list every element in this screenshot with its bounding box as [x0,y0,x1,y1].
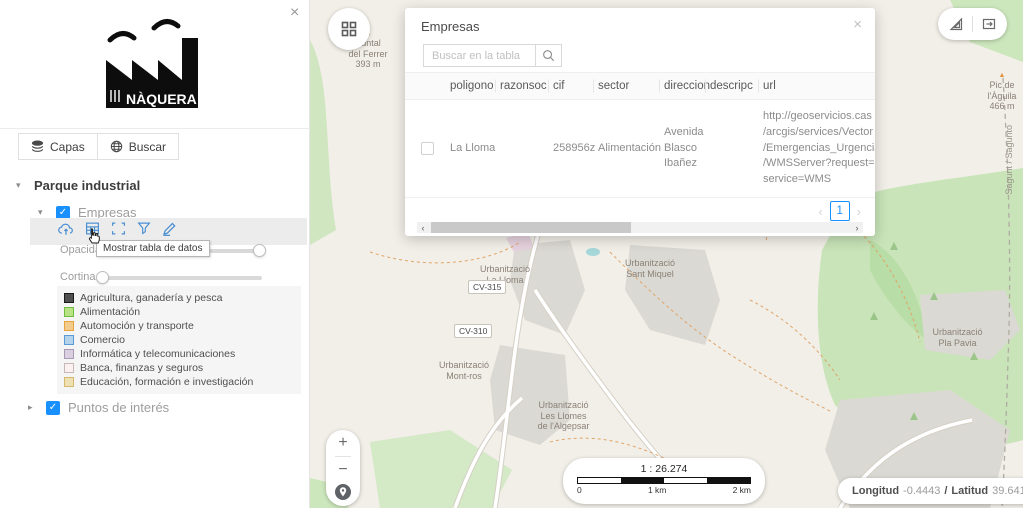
pagination: ‹ 1 › [818,201,861,221]
expand-extent-icon[interactable] [111,221,126,236]
legend-swatch [64,377,74,387]
geolocate-button[interactable] [334,483,352,501]
separator: / [944,485,947,497]
column-header[interactable]: razonsoc [500,80,553,92]
curtain-slider[interactable] [102,276,262,280]
basemap-switcher-button[interactable] [328,8,370,50]
longitude-value: -0.4443 [903,485,940,497]
horizontal-scrollbar[interactable]: ‹ › [417,222,863,233]
column-header[interactable]: sector [598,80,664,92]
svg-text:NÀQUERA: NÀQUERA [126,91,197,107]
group-label: Parque industrial [34,178,140,193]
caret-down-icon[interactable]: ▾ [38,207,48,218]
mouse-cursor [86,228,100,245]
edit-pencil-icon[interactable] [162,221,177,236]
tree-layer-puntos-interes[interactable]: ▸ ✓ Puntos de interés [28,400,169,415]
curtain-slider-handle[interactable] [96,271,109,284]
scroll-left-icon[interactable]: ‹ [417,223,429,233]
scale-tick-start: 0 [577,485,582,495]
prev-page-icon[interactable]: ‹ [818,204,822,219]
legend-swatch [64,335,74,345]
column-header[interactable]: poligono [450,80,500,92]
search-button[interactable] [535,44,562,67]
table-header-row: poligono razonsoc cif sector direccion d… [405,72,875,100]
sector-legend: Agricultura, ganadería y pesca Alimentac… [57,286,301,394]
legend-swatch [64,293,74,303]
legend-item: Automoción y transporte [64,319,294,333]
cloud-download-icon[interactable] [58,221,74,236]
naquera-logo: NÀQUERA [82,12,232,122]
column-header[interactable]: url [763,80,875,92]
legend-item: Alimentación [64,305,294,319]
legend-item: Educación, formación e investigación [64,375,294,389]
map-tools [938,8,1007,40]
scale-bar: 1 : 26.274 0 1 km 2 km [563,458,765,504]
scale-tick-mid: 1 km [648,485,666,495]
modal-close-icon[interactable]: × [853,16,862,33]
column-header[interactable]: cif [553,80,598,92]
tab-buscar-label: Buscar [129,140,166,154]
zoom-controls: + − [326,430,360,506]
curtain-label: Cortina [60,271,95,283]
grid-icon [340,20,358,38]
legend-swatch [64,363,74,373]
legend-item: Banca, finanzas y seguros [64,361,294,375]
divider [0,128,310,129]
cell-poligono: La Lloma [450,141,500,157]
close-sidebar-icon[interactable]: × [290,4,299,22]
sidebar-tabs: Capas Buscar [18,133,179,160]
next-page-icon[interactable]: › [857,204,861,219]
zoom-out-button[interactable]: − [338,462,347,478]
tree-group-parque-industrial[interactable]: ▾ Parque industrial [16,178,140,193]
table-row[interactable]: La Lloma 258956z Alimentación Avenida Bl… [405,100,875,198]
modal-title: Empresas [421,19,480,34]
latitude-label: Latitud [951,485,988,497]
cell-url: http://geoservicios.cas /arcgis/services… [763,109,875,189]
scale-tick-end: 2 km [733,485,751,495]
empresas-table-modal: Empresas × poligono razonsoc cif sector … [405,8,875,236]
column-header[interactable]: direccion [664,80,710,92]
legend-item: Agricultura, ganadería y pesca [64,291,294,305]
tab-buscar[interactable]: Buscar [98,133,179,160]
export-extent-icon[interactable] [981,16,997,32]
longitude-label: Longitud [852,485,899,497]
legend-item: Informática y telecomunicaciones [64,347,294,361]
zoom-in-button[interactable]: + [338,435,347,451]
scroll-right-icon[interactable]: › [851,223,863,233]
coordinates-readout: Longitud -0.4443 / Latitud 39.6414 [838,478,1023,504]
search-icon [542,49,555,62]
tab-capas-label: Capas [50,140,85,154]
page-number[interactable]: 1 [830,201,850,221]
legend-swatch [64,307,74,317]
scale-segments [577,477,751,484]
cell-direccion: Avenida Blasco Ibañez [664,125,710,173]
cell-sector: Alimentación [598,141,664,157]
puntos-checkbox[interactable]: ✓ [46,401,60,415]
cell-cif: 258956z [553,141,598,157]
divider [335,456,351,457]
search-input[interactable] [423,44,535,67]
layers-sidebar: × NÀQUERA Capas [0,0,310,508]
scale-ratio: 1 : 26.274 [577,463,751,475]
row-checkbox[interactable] [421,142,434,155]
column-header[interactable]: descripc [710,80,763,92]
legend-swatch [64,321,74,331]
table-search [423,44,562,67]
filter-icon[interactable] [137,221,151,236]
tooltip-show-data-table: Mostrar tabla de datos [96,240,210,257]
latitude-value: 39.6414 [992,485,1023,497]
opacity-slider-handle[interactable] [253,244,266,257]
legend-item: Comercio [64,333,294,347]
scrollbar-thumb[interactable] [431,222,631,233]
divider [972,16,973,32]
curtain-slider-row: Cortina [60,270,270,286]
poi-label: Puntos de interés [68,400,169,415]
tab-capas[interactable]: Capas [18,133,98,160]
globe-icon [110,140,123,153]
legend-swatch [64,349,74,359]
layers-icon [31,140,44,153]
measure-icon[interactable] [948,16,964,32]
caret-down-icon[interactable]: ▾ [16,180,26,191]
caret-right-icon[interactable]: ▸ [28,402,38,413]
